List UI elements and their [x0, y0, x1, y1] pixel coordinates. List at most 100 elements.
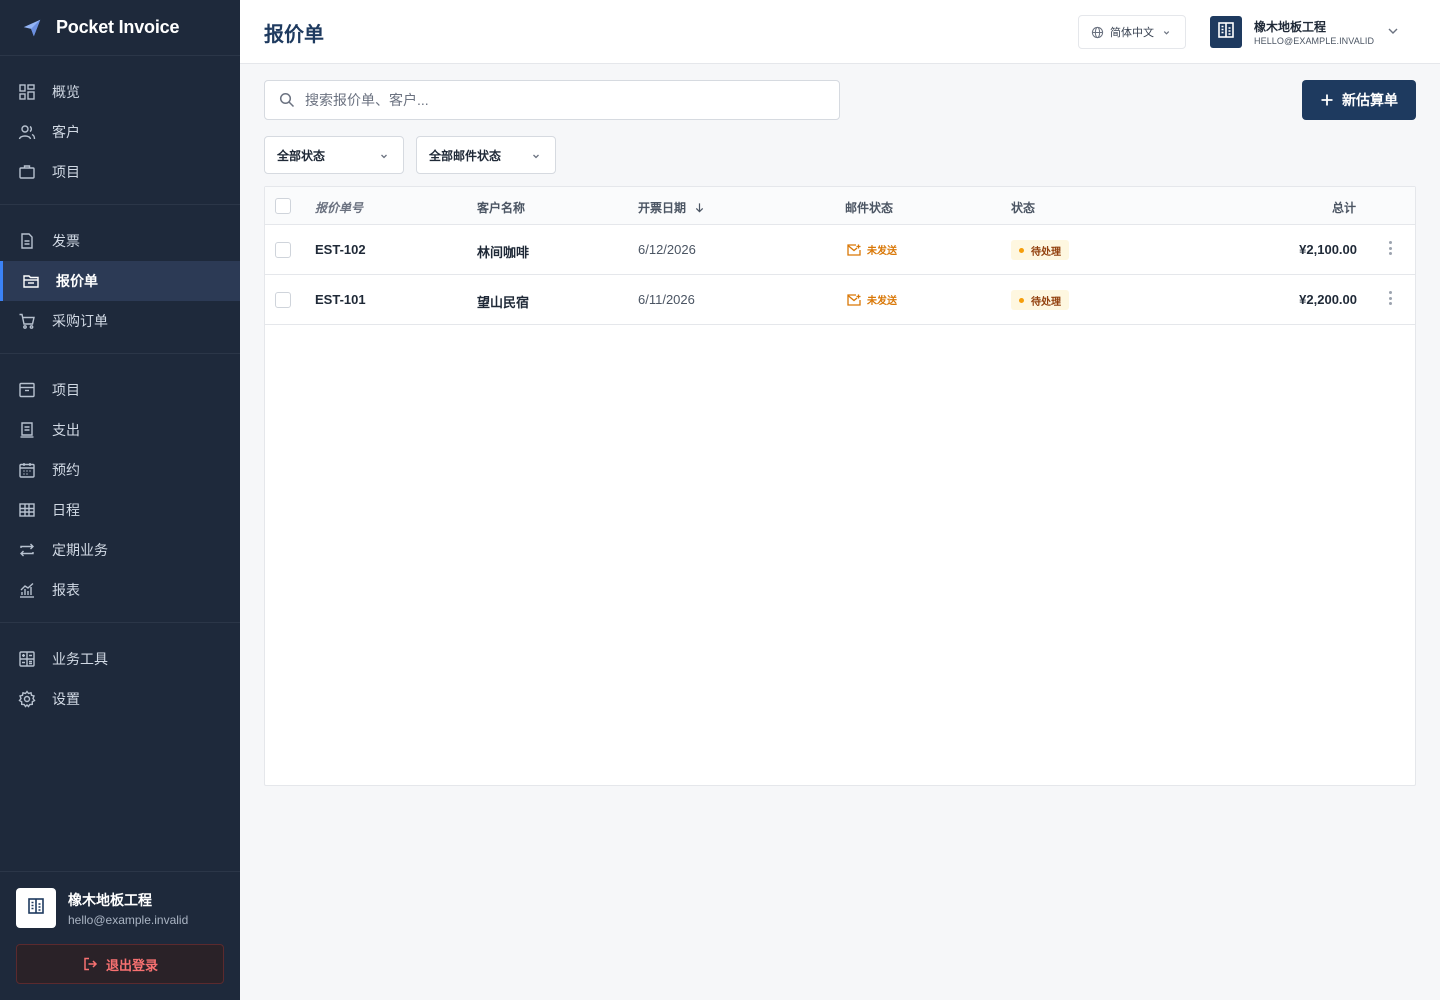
- company-email: hello@example.invalid: [68, 912, 189, 927]
- mail-icon: [847, 243, 861, 256]
- sidebar-item-projects[interactable]: 项目: [0, 152, 240, 192]
- sidebar-item-clients[interactable]: 客户: [0, 112, 240, 152]
- search-box[interactable]: [264, 80, 840, 120]
- select-all-checkbox[interactable]: [275, 198, 291, 214]
- account-email: HELLO@EXAMPLE.INVALID: [1254, 36, 1375, 46]
- sidebar-item-estimates[interactable]: 报价单: [0, 261, 240, 301]
- sidebar-item-label: 发票: [52, 233, 80, 249]
- sidebar-item-overview[interactable]: 概览: [0, 72, 240, 112]
- mail-status-label: 未发送: [867, 296, 897, 307]
- calendar-icon: [18, 461, 36, 479]
- top-bar: 报价单 简体中文 橡木地板工程 HELLO@EXAMPLE.INVALID: [240, 0, 1440, 64]
- chevron-down-icon: [1386, 24, 1400, 38]
- column-header-client[interactable]: 客户名称: [477, 199, 525, 216]
- sidebar-item-reports[interactable]: 报表: [0, 570, 240, 610]
- brand[interactable]: Pocket Invoice: [0, 0, 240, 56]
- grid-icon: [18, 83, 36, 101]
- company-card[interactable]: 橡木地板工程 hello@example.invalid: [16, 888, 224, 928]
- sidebar-item-purchase-orders[interactable]: 采购订单: [0, 301, 240, 341]
- sidebar-footer: 橡木地板工程 hello@example.invalid 退出登录: [0, 871, 240, 1000]
- client-name: 望山民宿: [477, 295, 530, 310]
- receipt-icon: [18, 421, 36, 439]
- logout-label: 退出登录: [105, 957, 158, 973]
- calculator-icon: [18, 650, 36, 668]
- sidebar-item-label: 业务工具: [52, 651, 108, 667]
- building-icon: [1216, 20, 1236, 45]
- language-select[interactable]: 简体中文: [1078, 15, 1186, 49]
- status-dot: [1019, 247, 1024, 253]
- table-icon: [18, 501, 36, 519]
- sidebar-item-label: 项目: [52, 382, 80, 398]
- sidebar-item-label: 定期业务: [52, 542, 108, 558]
- repeat-icon: [18, 541, 36, 559]
- mail-status-badge: 未发送: [847, 242, 897, 257]
- column-header-mail[interactable]: 邮件状态: [845, 199, 893, 216]
- estimate-total: ¥2,100.00: [1299, 242, 1357, 257]
- status-filter-label: 全部状态: [277, 148, 326, 163]
- status-badge: 待处理: [1011, 240, 1069, 260]
- logout-button[interactable]: 退出登录: [16, 944, 224, 984]
- estimate-total: ¥2,200.00: [1299, 292, 1357, 307]
- sidebar-item-label: 设置: [52, 691, 80, 707]
- sidebar-item-items[interactable]: 项目: [0, 370, 240, 410]
- mail-filter-label: 全部邮件状态: [429, 148, 502, 163]
- column-header-number[interactable]: 报价单号: [315, 199, 363, 216]
- issue-date: 6/11/2026: [638, 292, 695, 307]
- sidebar-item-schedule[interactable]: 日程: [0, 490, 240, 530]
- building-icon: [26, 896, 46, 921]
- briefcase-icon: [18, 163, 36, 181]
- document-icon: [18, 232, 36, 250]
- column-header-date[interactable]: 开票日期: [638, 199, 705, 216]
- more-vertical-icon[interactable]: [1385, 239, 1395, 257]
- column-header-date-label: 开票日期: [638, 201, 687, 215]
- client-name: 林间咖啡: [477, 245, 530, 260]
- avatar: [16, 888, 56, 928]
- mail-icon: [847, 293, 861, 306]
- sidebar-item-business-tools[interactable]: 业务工具: [0, 639, 240, 679]
- chevron-down-icon: [1162, 28, 1171, 37]
- mail-status-filter-select[interactable]: 全部邮件状态: [416, 136, 556, 174]
- sidebar: Pocket Invoice 概览 客户 项目 发票 报价单 采购订单 项目 支…: [0, 0, 240, 1000]
- more-vertical-icon[interactable]: [1385, 289, 1395, 307]
- app-name: Pocket Invoice: [56, 17, 180, 37]
- account-menu[interactable]: 橡木地板工程 HELLO@EXAMPLE.INVALID: [1210, 15, 1398, 49]
- search-input[interactable]: [305, 92, 805, 108]
- sidebar-item-invoices[interactable]: 发票: [0, 221, 240, 261]
- sidebar-item-recurring[interactable]: 定期业务: [0, 530, 240, 570]
- issue-date: 6/12/2026: [638, 242, 696, 257]
- sidebar-item-label: 预约: [52, 462, 80, 478]
- chevron-down-icon: [531, 151, 541, 161]
- avatar: [1210, 16, 1242, 48]
- sidebar-item-settings[interactable]: 设置: [0, 679, 240, 719]
- table-row[interactable]: EST-101 望山民宿 6/11/2026 未发送 待处理 ¥2,200.00: [265, 275, 1415, 325]
- estimate-number[interactable]: EST-101: [315, 292, 366, 307]
- sidebar-item-appointments[interactable]: 预约: [0, 450, 240, 490]
- paper-plane-icon: [20, 16, 44, 40]
- sidebar-item-label: 支出: [52, 422, 80, 438]
- column-header-total[interactable]: 总计: [1332, 199, 1356, 216]
- column-header-status[interactable]: 状态: [1011, 199, 1035, 216]
- language-label: 简体中文: [1110, 27, 1154, 39]
- plus-icon: [1320, 93, 1334, 107]
- sidebar-item-label: 报表: [52, 582, 80, 598]
- row-checkbox[interactable]: [275, 292, 291, 308]
- table-row[interactable]: EST-102 林间咖啡 6/12/2026 未发送 待处理 ¥2,100.00: [265, 225, 1415, 275]
- estimate-number[interactable]: EST-102: [315, 242, 366, 257]
- sidebar-item-label: 报价单: [56, 273, 98, 289]
- status-badge: 待处理: [1011, 290, 1069, 310]
- estimates-table: 报价单号 客户名称 开票日期 邮件状态 状态 总计 EST-102 林间咖啡 6…: [264, 186, 1416, 786]
- new-estimate-label: 新估算单: [1342, 92, 1398, 108]
- nav-group-operations: 项目 支出 预约 日程 定期业务 报表: [0, 354, 240, 623]
- new-estimate-button[interactable]: 新估算单: [1302, 80, 1416, 120]
- sidebar-item-label: 客户: [52, 124, 80, 140]
- status-dot: [1019, 297, 1024, 303]
- sidebar-item-label: 采购订单: [52, 313, 108, 329]
- sidebar-item-expenses[interactable]: 支出: [0, 410, 240, 450]
- row-checkbox[interactable]: [275, 242, 291, 258]
- folder-icon: [22, 272, 40, 290]
- sidebar-item-label: 项目: [52, 164, 80, 180]
- nav-group-tools: 业务工具 设置: [0, 623, 240, 731]
- status-filter-select[interactable]: 全部状态: [264, 136, 404, 174]
- page-title: 报价单: [264, 24, 324, 46]
- arrow-down-icon: [694, 202, 705, 213]
